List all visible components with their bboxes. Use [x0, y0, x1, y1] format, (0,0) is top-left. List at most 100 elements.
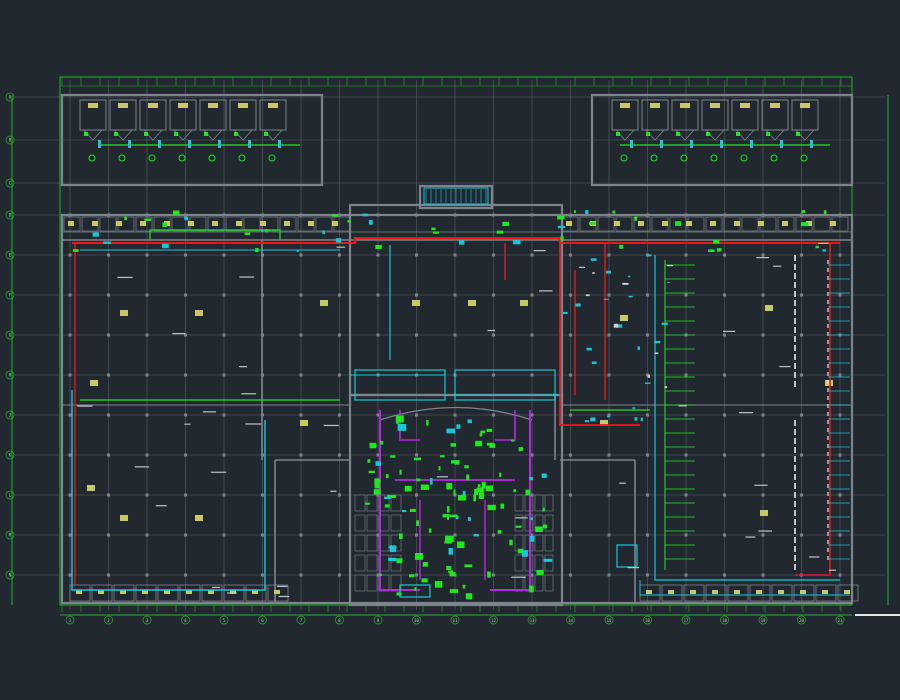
floor-drain	[620, 154, 628, 162]
text-stub	[202, 411, 217, 413]
column	[338, 493, 341, 497]
fixture	[750, 140, 753, 148]
text-stub	[277, 585, 288, 588]
column	[261, 453, 264, 457]
text-stub	[323, 424, 339, 427]
text-stub	[227, 592, 237, 594]
column	[338, 293, 341, 297]
column	[107, 493, 110, 497]
room-tag-small	[778, 590, 784, 594]
column	[184, 213, 187, 217]
fixture	[499, 472, 502, 478]
cad-drawing-viewport[interactable]: 1 2 3 4 5 6 7 8 9 10 11 12 13 14 15 16 17 18 19 20 21 A B C D E F G…	[0, 0, 900, 700]
column	[222, 333, 226, 337]
fixture	[449, 514, 458, 518]
column	[684, 493, 688, 497]
fixture	[420, 484, 430, 490]
column	[800, 253, 803, 257]
fixture	[634, 417, 638, 421]
room-tag-small	[710, 221, 716, 226]
fixture	[446, 506, 450, 513]
fixture	[445, 535, 454, 543]
text-stub	[239, 366, 248, 368]
washroom-cubicle	[544, 554, 554, 572]
fixture	[796, 132, 800, 136]
fixture	[823, 210, 827, 215]
column	[646, 293, 649, 297]
fixture	[736, 132, 740, 136]
top-room	[315, 216, 333, 232]
fixture	[449, 589, 459, 594]
stall-tag	[268, 103, 278, 108]
floor-drain	[800, 154, 808, 162]
fixture	[603, 298, 609, 300]
column	[184, 373, 187, 377]
fixture	[416, 478, 421, 482]
water-core-branch	[350, 374, 446, 395]
fixture	[218, 140, 221, 148]
fixture	[487, 504, 496, 511]
stall-tag	[238, 103, 248, 108]
stall-tag	[620, 103, 630, 108]
fixture	[473, 533, 479, 537]
fixture	[475, 440, 482, 447]
text-stub	[487, 329, 496, 332]
axis-label-column: 12	[491, 618, 496, 623]
column	[299, 573, 303, 577]
washroom-cubicle	[514, 534, 524, 552]
text-stub	[779, 365, 791, 368]
fixture	[234, 132, 238, 136]
column	[453, 333, 457, 337]
column	[145, 293, 149, 297]
column	[569, 533, 572, 537]
fixture	[428, 528, 432, 533]
stall-tag	[118, 103, 128, 108]
axis-label-column: 14	[568, 618, 573, 623]
column	[145, 413, 149, 417]
top-room	[597, 216, 615, 232]
room-tag	[620, 315, 628, 321]
room-tag-small	[782, 221, 788, 226]
fixture	[464, 465, 469, 469]
column	[68, 293, 72, 297]
room-tag-small	[686, 221, 692, 226]
column	[838, 213, 842, 217]
fixture	[660, 140, 663, 148]
fixture	[260, 229, 264, 232]
column	[222, 293, 226, 297]
stall-tag	[680, 103, 690, 108]
stall-tag	[770, 103, 780, 108]
fixture	[296, 249, 299, 253]
fixture	[453, 489, 456, 496]
column	[761, 453, 765, 457]
column	[299, 453, 303, 457]
equipment-room	[616, 544, 638, 568]
room-tag-small	[68, 221, 74, 226]
room-tag	[300, 420, 308, 426]
fixture	[92, 232, 99, 237]
room-tag-small	[116, 221, 122, 226]
fixture	[647, 374, 651, 378]
fixture	[124, 216, 127, 221]
column	[453, 453, 457, 457]
column	[723, 253, 726, 257]
fixture	[446, 565, 452, 571]
fixture	[780, 140, 783, 148]
axis-label-column: 7	[300, 618, 303, 623]
text-stub	[756, 256, 769, 259]
room-tag	[87, 485, 95, 491]
fixture	[496, 230, 504, 234]
fixture	[409, 508, 416, 513]
column	[761, 533, 765, 537]
column	[492, 213, 495, 217]
fixture	[815, 245, 819, 249]
fixture	[439, 455, 445, 458]
axis-label-row: K	[9, 453, 12, 458]
room-tag	[320, 300, 328, 306]
fixture	[379, 573, 382, 576]
column	[530, 253, 534, 257]
column	[107, 213, 110, 217]
column	[68, 333, 72, 337]
column	[184, 493, 187, 497]
floor-drain	[710, 154, 718, 162]
